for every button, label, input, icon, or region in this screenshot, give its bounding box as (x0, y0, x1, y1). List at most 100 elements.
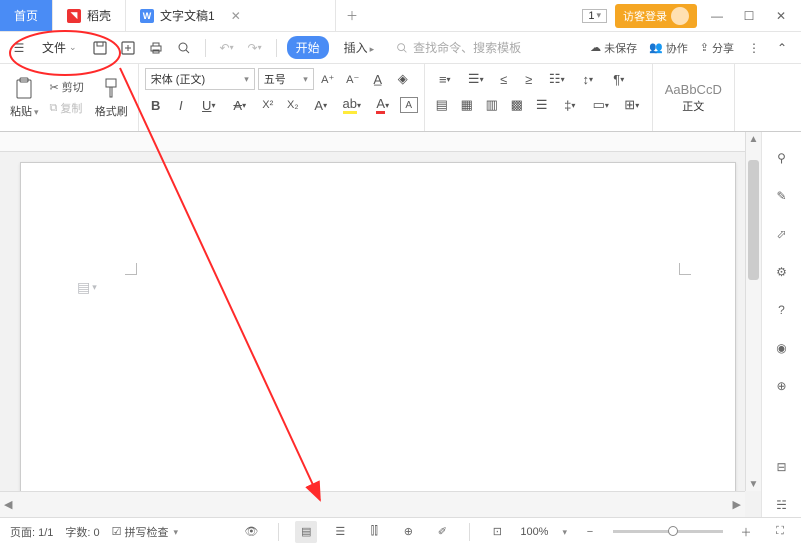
zoom-level[interactable]: 100% (520, 526, 548, 538)
format-painter-button[interactable]: 格式刷 (91, 75, 132, 121)
maximize-button[interactable]: ☐ (737, 4, 761, 28)
font-color-icon[interactable]: A▾ (369, 94, 397, 116)
close-tab-icon[interactable]: ✕ (231, 9, 241, 23)
clear-format-icon[interactable]: ◈ (392, 68, 414, 90)
horizontal-scrollbar[interactable]: ◀ ▶ (0, 491, 745, 517)
scroll-right-icon[interactable]: ▶ (733, 498, 741, 511)
font-group: 宋体 (正文)▾ 五号▾ A⁺ A⁻ A̲ ◈ B I U▾ A▾ X² X₂ … (139, 64, 425, 131)
sp-more-icon[interactable]: ⊕ (770, 374, 794, 398)
fullscreen-icon[interactable]: ⛶ (769, 521, 791, 543)
save-icon[interactable] (89, 37, 111, 59)
ribbon-tab-start[interactable]: 开始 (287, 36, 329, 59)
asian-layout-icon[interactable]: ☷▾ (543, 68, 571, 90)
sp-edit-icon[interactable]: ✎ (770, 184, 794, 208)
font-size-select[interactable]: 五号▾ (258, 68, 314, 90)
tab-home[interactable]: 首页 (0, 0, 53, 31)
redo-icon[interactable]: ↷▾ (244, 37, 266, 59)
paste-button[interactable]: 粘贴 (6, 75, 43, 121)
sp-help-icon[interactable]: ? (770, 298, 794, 322)
print-preview-icon[interactable] (173, 37, 195, 59)
view-focus-icon[interactable]: ✐ (431, 521, 453, 543)
undo-icon[interactable]: ↶▾ (216, 37, 238, 59)
zoom-slider[interactable] (613, 530, 723, 533)
underline-icon[interactable]: U▾ (195, 94, 223, 116)
zoom-fit-icon[interactable]: ⊡ (486, 521, 508, 543)
change-case-icon[interactable]: A̲ (367, 68, 389, 90)
print-icon[interactable] (145, 37, 167, 59)
italic-icon[interactable]: I (170, 94, 192, 116)
page-indicator[interactable]: 页面: 1/1 (10, 524, 53, 540)
zoom-out-icon[interactable]: − (579, 521, 601, 543)
sp-settings-icon[interactable]: ⚙ (770, 260, 794, 284)
align-left-icon[interactable]: ▤ (431, 94, 453, 116)
word-count[interactable]: 字数: 0 (65, 524, 99, 540)
decrease-font-icon[interactable]: A⁻ (342, 68, 364, 90)
sp-template-icon[interactable]: ◉ (770, 336, 794, 360)
login-button[interactable]: 访客登录 (615, 4, 697, 28)
cut-button[interactable]: ✂剪切 (47, 78, 87, 96)
scroll-up-icon[interactable]: ▲ (746, 132, 761, 146)
scroll-thumb[interactable] (748, 160, 759, 280)
borders-icon[interactable]: ⊞▾ (618, 94, 646, 116)
align-justify-icon[interactable]: ▩ (506, 94, 528, 116)
scroll-area[interactable]: ▤▾ (0, 132, 745, 491)
style-normal[interactable]: AaBbCcD 正文 (659, 80, 728, 116)
increase-font-icon[interactable]: A⁺ (317, 68, 339, 90)
view-outline-icon[interactable]: ☰ (329, 521, 351, 543)
view-read-icon[interactable]: ⫿⫿ (363, 521, 385, 543)
collab-button[interactable]: 👥协作 (646, 39, 691, 57)
zoom-knob[interactable] (668, 526, 678, 536)
save-as-icon[interactable] (117, 37, 139, 59)
document-page[interactable]: ▤▾ (20, 162, 736, 491)
minimize-button[interactable]: — (705, 4, 729, 28)
strikethrough-icon[interactable]: A▾ (226, 94, 254, 116)
new-tab-button[interactable]: ＋ (336, 0, 368, 31)
view-web-icon[interactable]: ⊕ (397, 521, 419, 543)
tab-document[interactable]: W 文字文稿1 ✕ (126, 0, 336, 31)
shading-icon[interactable]: ▭▾ (587, 94, 615, 116)
char-border-icon[interactable]: A (400, 97, 418, 113)
spellcheck-toggle[interactable]: ☑拼写检查 (112, 524, 178, 540)
sp-select-icon[interactable]: ⬀ (770, 222, 794, 246)
share-button[interactable]: ⇪分享 (697, 39, 737, 57)
sp-tools-icon[interactable]: ⊟ (770, 455, 794, 479)
numbering-icon[interactable]: ☰▾ (462, 68, 490, 90)
ribbon-tab-insert[interactable]: 插入 (335, 36, 384, 59)
decrease-indent-icon[interactable]: ≤ (493, 68, 515, 90)
distribute-icon[interactable]: ☰ (531, 94, 553, 116)
scroll-down-icon[interactable]: ▼ (746, 477, 761, 491)
align-right-icon[interactable]: ▥ (481, 94, 503, 116)
close-window-button[interactable]: ✕ (769, 4, 793, 28)
text-effect-icon[interactable]: A▾ (307, 94, 335, 116)
scroll-left-icon[interactable]: ◀ (4, 498, 12, 511)
superscript-icon[interactable]: X² (257, 94, 279, 116)
bullets-icon[interactable]: ≡▾ (431, 68, 459, 90)
copy-button[interactable]: ⧉复制 (47, 99, 87, 117)
tab-shell[interactable]: ◥ 稻壳 (53, 0, 126, 31)
font-name-select[interactable]: 宋体 (正文)▾ (145, 68, 255, 90)
sp-history-icon[interactable]: ☵ (770, 493, 794, 517)
vertical-scrollbar[interactable]: ▲ ▼ (745, 132, 761, 491)
collapse-ribbon-icon[interactable]: ⌃ (771, 37, 793, 59)
zoom-in-icon[interactable]: ＋ (735, 521, 757, 543)
notification-badge[interactable]: 1▾ (582, 9, 607, 23)
app-menu-icon[interactable]: ☰ (8, 37, 30, 59)
highlight-icon[interactable]: ab▾ (338, 94, 366, 116)
cloud-icon: ☁ (590, 41, 601, 54)
page-options-icon[interactable]: ▤▾ (77, 279, 97, 296)
bold-icon[interactable]: B (145, 94, 167, 116)
sort-icon[interactable]: ↕▾ (574, 68, 602, 90)
subscript-icon[interactable]: X₂ (282, 94, 304, 116)
align-center-icon[interactable]: ▦ (456, 94, 478, 116)
more-icon[interactable]: ⋮ (743, 37, 765, 59)
unsaved-indicator[interactable]: ☁未保存 (587, 39, 640, 57)
line-spacing-icon[interactable]: ‡▾ (556, 94, 584, 116)
sp-navigate-icon[interactable]: ⚲ (770, 146, 794, 170)
increase-indent-icon[interactable]: ≥ (518, 68, 540, 90)
view-page-icon[interactable]: ▤ (295, 521, 317, 543)
horizontal-ruler[interactable] (0, 132, 745, 152)
command-search[interactable]: 查找命令、搜索模板 (395, 39, 521, 56)
eye-icon[interactable]: 👁 (240, 521, 262, 543)
file-menu[interactable]: 文件⌄ (36, 37, 83, 58)
show-marks-icon[interactable]: ¶▾ (605, 68, 633, 90)
